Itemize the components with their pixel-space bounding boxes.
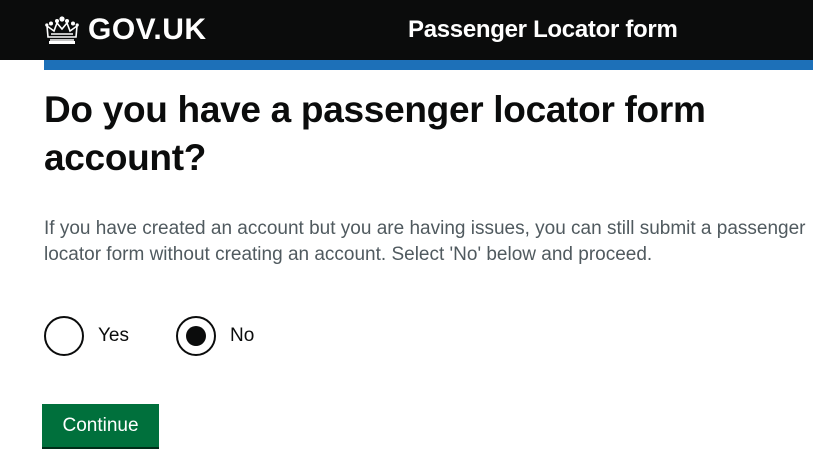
site-header: GOV.UK Passenger Locator form <box>0 0 813 60</box>
service-name-link[interactable]: Passenger Locator form <box>408 14 678 46</box>
radio-button-yes[interactable] <box>44 316 84 356</box>
hint-text: If you have created an account but you a… <box>44 218 806 265</box>
radio-option-no[interactable]: No <box>176 316 254 356</box>
radio-option-yes[interactable]: Yes <box>44 316 129 356</box>
logo-text: GOV.UK <box>88 13 207 46</box>
radio-selected-dot <box>186 326 206 346</box>
crown-icon <box>45 16 79 44</box>
govuk-logo-link[interactable]: GOV.UK <box>44 13 207 47</box>
continue-button[interactable]: Continue <box>42 404 159 447</box>
radio-label-no[interactable]: No <box>230 324 254 348</box>
radio-button-no[interactable] <box>176 316 216 356</box>
page-heading: Do you have a passenger locator form acc… <box>44 89 706 178</box>
header-accent-bar <box>44 60 813 70</box>
radio-label-yes[interactable]: Yes <box>98 324 129 348</box>
